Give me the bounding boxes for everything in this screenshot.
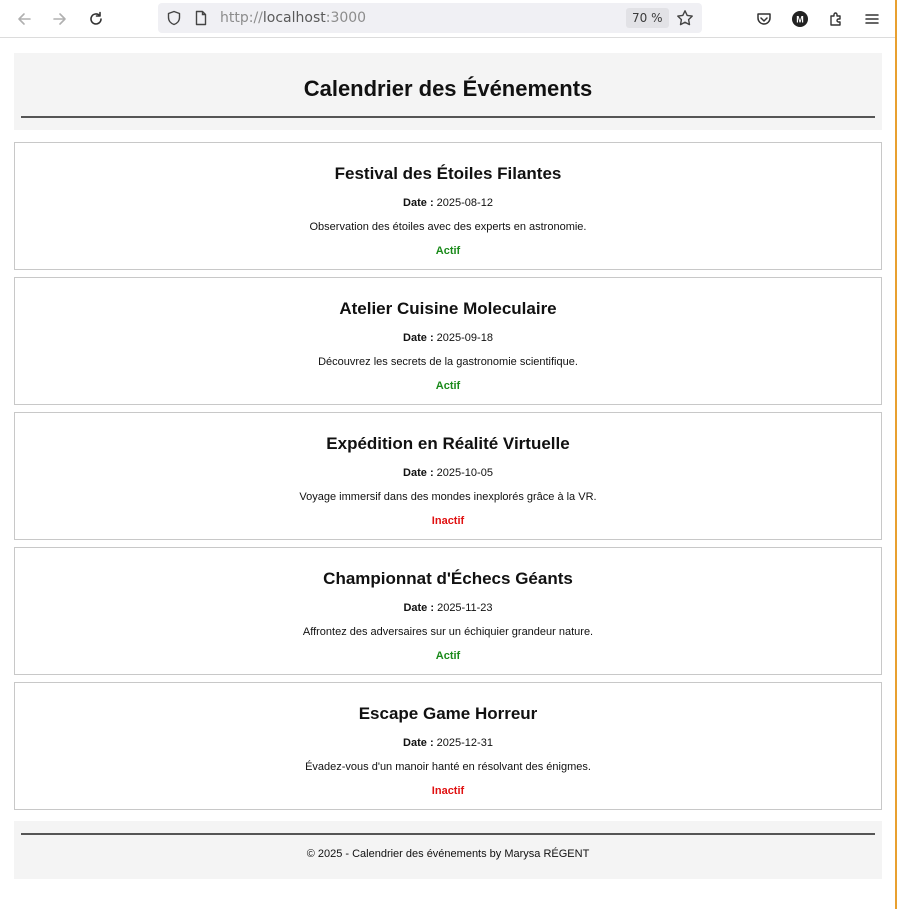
- event-status: Actif: [435, 380, 461, 392]
- date-label: Date :: [403, 737, 434, 749]
- event-list: Festival des Étoiles Filantes Date : 202…: [14, 142, 882, 810]
- address-bar[interactable]: http://localhost:3000 70 %: [158, 3, 702, 33]
- event-title: Expédition en Réalité Virtuelle: [326, 434, 570, 453]
- page-content: Calendrier des Événements Festival des É…: [14, 38, 882, 879]
- footer-divider: [21, 833, 875, 835]
- event-card: Atelier Cuisine Moleculaire Date : 2025-…: [14, 277, 882, 405]
- event-title: Festival des Étoiles Filantes: [334, 164, 562, 183]
- pocket-icon: [757, 13, 771, 25]
- date-label: Date :: [403, 197, 434, 209]
- arrow-left-icon: [18, 13, 31, 25]
- event-title: Atelier Cuisine Moleculaire: [339, 299, 557, 318]
- date-label: Date :: [403, 467, 434, 479]
- browser-toolbar: http://localhost:3000 70 % M: [0, 0, 897, 38]
- event-date: Date : 2025-09-18: [15, 332, 881, 344]
- date-value: 2025-12-31: [436, 737, 493, 749]
- page-footer: © 2025 - Calendrier des événements by Ma…: [14, 821, 882, 879]
- account-avatar-icon: M: [792, 11, 808, 27]
- event-title: Escape Game Horreur: [358, 704, 538, 723]
- url-text[interactable]: http://localhost:3000: [220, 10, 366, 26]
- pocket-button[interactable]: [751, 6, 777, 32]
- event-card: Expédition en Réalité Virtuelle Date : 2…: [14, 412, 882, 540]
- date-value: 2025-11-23: [437, 602, 493, 614]
- event-date: Date : 2025-08-12: [15, 197, 881, 209]
- event-card: Escape Game Horreur Date : 2025-12-31 Év…: [14, 682, 882, 810]
- event-card: Championnat d'Échecs Géants Date : 2025-…: [14, 547, 882, 675]
- url-port: :3000: [325, 10, 367, 26]
- event-description: Découvrez les secrets de la gastronomie …: [318, 356, 578, 368]
- event-date: Date : 2025-12-31: [15, 737, 881, 749]
- event-status: Inactif: [431, 785, 465, 797]
- page-title: Calendrier des Événements: [303, 76, 593, 101]
- extensions-button[interactable]: [823, 6, 849, 32]
- svg-text:M: M: [796, 15, 804, 25]
- event-title: Championnat d'Échecs Géants: [323, 569, 573, 588]
- event-description: Observation des étoiles avec des experts…: [309, 221, 587, 233]
- page-icon[interactable]: [193, 10, 209, 26]
- date-value: 2025-08-12: [436, 197, 493, 209]
- page-header: Calendrier des Événements: [14, 53, 882, 130]
- event-card: Festival des Étoiles Filantes Date : 202…: [14, 142, 882, 270]
- url-host: localhost: [262, 10, 326, 26]
- event-description: Affrontez des adversaires sur un échiqui…: [302, 626, 594, 638]
- shield-icon[interactable]: [166, 10, 182, 26]
- back-button[interactable]: [11, 6, 37, 32]
- date-value: 2025-10-05: [436, 467, 493, 479]
- hamburger-menu-icon: [865, 14, 879, 24]
- event-status: Actif: [435, 245, 461, 257]
- account-button[interactable]: M: [787, 6, 813, 32]
- event-status: Actif: [435, 650, 461, 662]
- date-label: Date :: [403, 602, 435, 614]
- arrow-right-icon: [53, 13, 66, 25]
- event-description: Évadez-vous d'un manoir hanté en résolva…: [305, 761, 591, 773]
- footer-text: © 2025 - Calendrier des événements by Ma…: [306, 848, 590, 860]
- puzzle-icon: [830, 12, 841, 26]
- event-description: Voyage immersif dans des mondes inexplor…: [299, 491, 597, 503]
- forward-button[interactable]: [47, 6, 73, 32]
- date-label: Date :: [403, 332, 434, 344]
- url-scheme: http://: [220, 10, 263, 26]
- event-date: Date : 2025-11-23: [15, 602, 881, 614]
- reload-button[interactable]: [83, 6, 109, 32]
- star-icon[interactable]: [676, 9, 694, 27]
- menu-button[interactable]: [859, 6, 885, 32]
- reload-icon: [90, 11, 102, 25]
- header-divider: [21, 116, 875, 118]
- date-value: 2025-09-18: [436, 332, 493, 344]
- event-status: Inactif: [431, 515, 465, 527]
- zoom-level-button[interactable]: 70 %: [626, 8, 669, 28]
- event-date: Date : 2025-10-05: [15, 467, 881, 479]
